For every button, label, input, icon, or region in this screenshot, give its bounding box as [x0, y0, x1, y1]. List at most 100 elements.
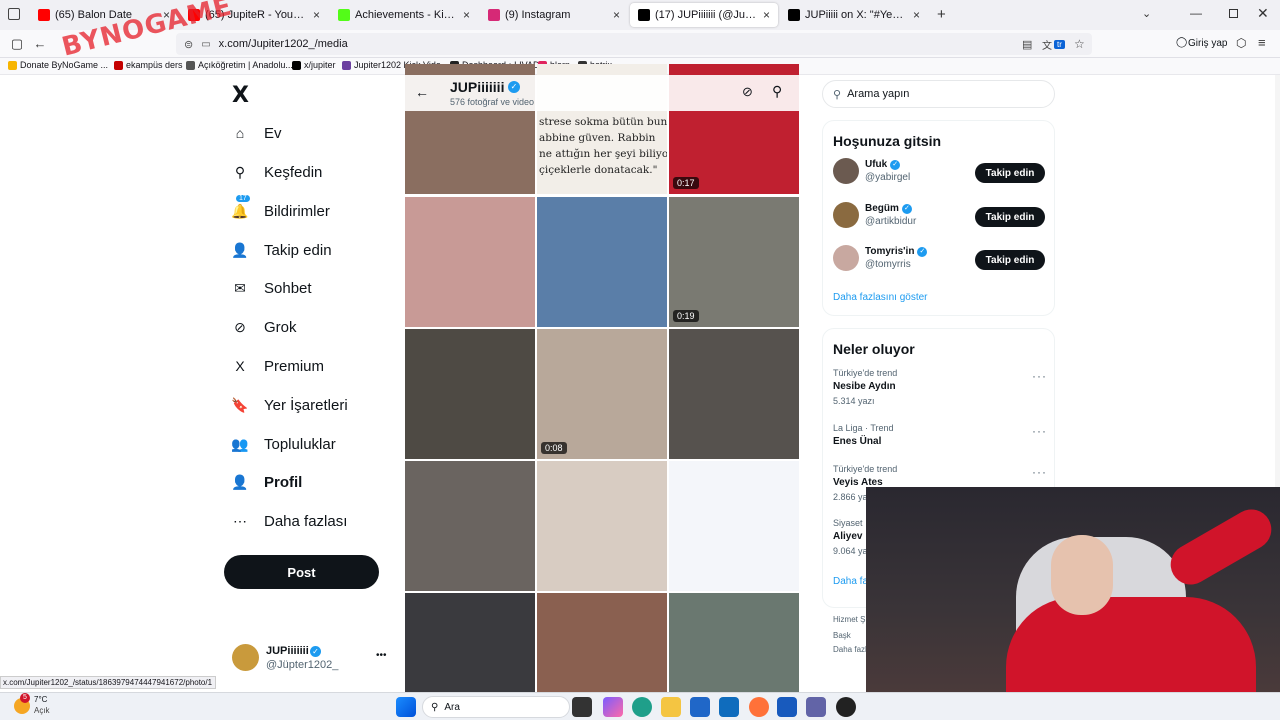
- trends-show-more-link[interactable]: Daha fa: [833, 576, 868, 587]
- firefox-icon[interactable]: [749, 697, 769, 717]
- sign-in-button[interactable]: Giriş yap: [1188, 38, 1227, 49]
- minimize-button[interactable]: —: [1190, 6, 1202, 20]
- follow-button[interactable]: Takip edin: [975, 207, 1045, 227]
- tab-close-icon[interactable]: ×: [313, 8, 320, 22]
- sidebar-item-search[interactable]: ⚲ Keşfedin: [230, 157, 323, 187]
- sidebar-item-person-add[interactable]: 👤 Takip edin: [230, 235, 331, 265]
- media-count: 576 fotoğraf ve video: [450, 97, 535, 107]
- suggested-account[interactable]: Tomyris'in ✓ @tomyrris: [833, 245, 928, 271]
- footer-link-terms[interactable]: Hizmet Ş: [833, 615, 865, 624]
- trend-meta: Siyaset: [833, 518, 863, 528]
- browser-tab[interactable]: (9) Instagram ×: [480, 3, 628, 27]
- media-tile[interactable]: [405, 329, 535, 459]
- translate-badge[interactable]: tr: [1054, 39, 1065, 49]
- trend-item[interactable]: Siyaset Aliyev 9.064 ya: [833, 518, 868, 556]
- sidebar-item-bell[interactable]: 🔔 17 Bildirimler: [230, 195, 330, 226]
- media-tile[interactable]: 0:19: [669, 197, 799, 327]
- tab-list-chevron-icon[interactable]: ⌄: [1142, 7, 1151, 20]
- tab-close-icon[interactable]: ×: [763, 8, 770, 22]
- new-tab-button[interactable]: +: [937, 6, 946, 23]
- copilot-icon[interactable]: [603, 697, 623, 717]
- back-arrow-icon[interactable]: ←: [415, 84, 429, 100]
- sidebar-item-communities[interactable]: 👥 Topluluklar: [230, 429, 335, 459]
- bookmark-item[interactable]: ekampüs ders: [114, 60, 183, 70]
- sidebar-item-home[interactable]: ⌂ Ev: [230, 118, 282, 148]
- start-menu-icon[interactable]: [396, 697, 416, 717]
- browser-tab[interactable]: Achievements - Kick Dashboard ×: [330, 3, 478, 27]
- obs-icon[interactable]: [836, 697, 856, 717]
- follow-button[interactable]: Takip edin: [975, 163, 1045, 183]
- trend-meta: La Liga · Trend: [833, 423, 894, 433]
- footer-link-more[interactable]: Daha fazl: [833, 645, 867, 654]
- account-more-icon[interactable]: •••: [376, 650, 387, 661]
- weather-desc: Açık: [34, 706, 50, 715]
- sidebar-toggle-icon[interactable]: ▢: [7, 34, 27, 54]
- trend-more-icon[interactable]: ···: [1032, 465, 1047, 479]
- media-tile[interactable]: [669, 329, 799, 459]
- sidebar-item-mail[interactable]: ✉ Sohbet: [230, 273, 311, 303]
- trend-item[interactable]: La Liga · Trend Enes Ünal: [833, 423, 894, 451]
- bookmark-item[interactable]: Donate ByNoGame ...: [8, 60, 108, 70]
- sidebar-item-x-premium[interactable]: X Premium: [230, 351, 324, 381]
- account-switcher[interactable]: JUPiiiiiii ✓ @Jüpter1202_ •••: [232, 644, 392, 674]
- media-tile[interactable]: [669, 461, 799, 591]
- tab-overview-icon[interactable]: [8, 8, 20, 20]
- media-tile[interactable]: [405, 593, 535, 692]
- task-view-icon[interactable]: [572, 697, 592, 717]
- trend-more-icon[interactable]: ···: [1032, 424, 1047, 438]
- reader-view-icon[interactable]: ▤: [1022, 38, 1032, 51]
- bookmark-item[interactable]: Açıköğretim | Anadolu...: [186, 60, 293, 70]
- teams-icon[interactable]: [806, 697, 826, 717]
- tab-close-icon[interactable]: ×: [463, 8, 470, 22]
- bookmark-star-icon[interactable]: ☆: [1074, 37, 1085, 51]
- sidebar-item-bookmark[interactable]: 🔖 Yer İşaretleri: [230, 390, 347, 420]
- sidebar-item-grok[interactable]: ⊘ Grok: [230, 312, 296, 342]
- sidebar-item-label: Ev: [264, 124, 282, 142]
- browser-tab[interactable]: JUPiiiii on X: "#YeniProfilResmi ×: [780, 3, 928, 27]
- url-text[interactable]: x.com/Jupiter1202_/media: [219, 38, 348, 50]
- search-icon[interactable]: ⚲: [772, 83, 782, 100]
- translate-icon[interactable]: 文: [1042, 37, 1052, 52]
- file-explorer-icon[interactable]: [661, 697, 681, 717]
- tab-close-icon[interactable]: ×: [613, 8, 620, 22]
- sidebar-item-profile[interactable]: 👤 Profil: [230, 467, 302, 497]
- close-window-button[interactable]: ✕: [1257, 5, 1269, 22]
- media-tile[interactable]: [669, 593, 799, 692]
- taskbar-search[interactable]: ⚲ Ara: [422, 696, 570, 718]
- address-bar[interactable]: ⊜ ▭ x.com/Jupiter1202_/media ▤ 文 tr ☆: [176, 33, 1092, 55]
- follow-button[interactable]: Takip edin: [975, 250, 1045, 270]
- sidebar-item-more[interactable]: ⋯ Daha fazlası: [230, 506, 347, 536]
- tab-title: (17) JUPiiiiiii (@Jupiter1202_) / X: [655, 9, 758, 21]
- grok-action-icon[interactable]: ⊘: [742, 84, 753, 100]
- media-tile[interactable]: [405, 197, 535, 327]
- media-tile[interactable]: 0:08: [537, 329, 667, 459]
- tab-close-icon[interactable]: ×: [913, 8, 920, 22]
- search-icon: ⚲: [431, 701, 439, 713]
- mail-icon[interactable]: [719, 697, 739, 717]
- account-icon[interactable]: ◯: [1176, 37, 1187, 48]
- trend-more-icon[interactable]: ···: [1032, 369, 1047, 383]
- maximize-button[interactable]: [1229, 9, 1238, 18]
- suggested-account[interactable]: Begüm ✓ @artikbidur: [833, 202, 916, 228]
- store-icon[interactable]: [690, 697, 710, 717]
- post-button[interactable]: Post: [224, 555, 379, 589]
- suggested-handle: @artikbidur: [865, 216, 917, 227]
- media-tile[interactable]: [405, 461, 535, 591]
- search-field[interactable]: ⚲ Arama yapın: [822, 80, 1055, 108]
- footer-link-other[interactable]: Başk: [833, 631, 851, 640]
- show-more-link[interactable]: Daha fazlasını göster: [833, 292, 928, 303]
- x-logo-icon[interactable]: X: [232, 83, 249, 108]
- trend-item[interactable]: Türkiye'de trend Nesibe Aydın 5.314 yazı: [833, 368, 897, 406]
- edge-icon[interactable]: [632, 697, 652, 717]
- extensions-icon[interactable]: ⬡: [1236, 36, 1246, 50]
- word-icon[interactable]: [777, 697, 797, 717]
- browser-tab[interactable]: (17) JUPiiiiiii (@Jupiter1202_) / X ×: [630, 3, 778, 27]
- media-tile[interactable]: [537, 197, 667, 327]
- media-tile[interactable]: [537, 461, 667, 591]
- sidebar-item-label: Profil: [264, 473, 303, 491]
- suggested-account[interactable]: Ufuk ✓ @yabirgel: [833, 158, 910, 184]
- back-button[interactable]: ←: [30, 34, 50, 54]
- bookmark-item[interactable]: x/jupiter: [292, 60, 336, 70]
- menu-icon[interactable]: ≡: [1258, 35, 1266, 50]
- media-tile[interactable]: [537, 593, 667, 692]
